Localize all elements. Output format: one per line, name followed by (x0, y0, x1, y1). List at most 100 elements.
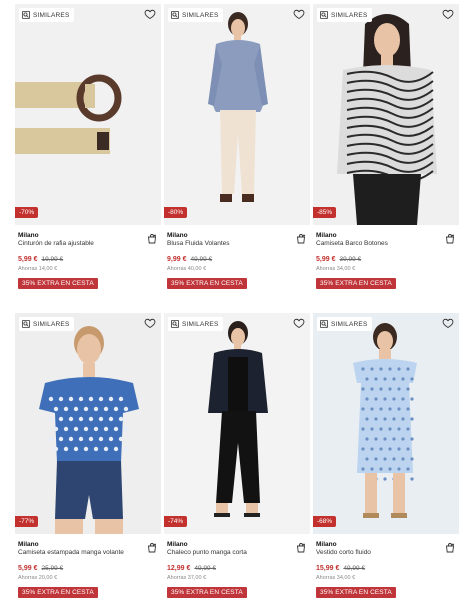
product-photo (313, 313, 459, 534)
price-row: 5,99 €39,99 € (316, 256, 456, 263)
discount-badge: -74% (164, 516, 188, 527)
product-card[interactable]: SIMILARES -74% Milano Chaleco punto manga c… (164, 313, 310, 599)
old-price: 49,99 € (190, 256, 213, 263)
price-row: 15,99 €49,99 € (316, 565, 456, 572)
product-card[interactable]: SIMILARES -80% Milano Blusa Fluida Volantes… (164, 4, 310, 290)
add-to-cart-icon[interactable] (295, 542, 307, 554)
product-brand: Milano (18, 541, 39, 548)
similar-button[interactable]: SIMILARES (317, 8, 373, 22)
discount-badge: -77% (15, 516, 39, 527)
product-info: Milano Cinturón de rafia ajustable 5,99 €1… (15, 225, 161, 290)
similar-button[interactable]: SIMILARES (317, 317, 373, 331)
similar-icon (171, 320, 179, 328)
product-card[interactable]: SIMILARES -70% Milano Cinturón de rafia aju… (15, 4, 161, 290)
old-price: 25,99 € (41, 565, 64, 572)
product-grid: SIMILARES -70% Milano Cinturón de rafia aju… (0, 0, 475, 611)
add-to-cart-icon[interactable] (295, 233, 307, 245)
extra-discount-badge: 35% EXTRA EN CESTA (316, 278, 396, 289)
current-price: 5,99 € (18, 256, 38, 263)
product-image[interactable]: SIMILARES -85% (313, 4, 459, 225)
product-image[interactable]: SIMILARES -68% (313, 313, 459, 534)
heart-icon[interactable] (293, 8, 305, 20)
similar-label: SIMILARES (182, 320, 219, 328)
similar-label: SIMILARES (331, 11, 368, 19)
product-name[interactable]: Vestido corto fluido (316, 549, 456, 556)
heart-icon[interactable] (442, 8, 454, 20)
savings-text: Ahorras 14,00 € (18, 266, 58, 272)
product-name[interactable]: Camiseta Barco Botones (316, 240, 456, 247)
product-brand: Milano (167, 232, 188, 239)
current-price: 15,99 € (316, 565, 340, 572)
product-name[interactable]: Chaleco punto manga corta (167, 549, 307, 556)
product-image[interactable]: SIMILARES -80% (164, 4, 310, 225)
product-name[interactable]: Camiseta estampada manga volante (18, 549, 158, 556)
product-name[interactable]: Blusa Fluida Volantes (167, 240, 307, 247)
add-to-cart-icon[interactable] (146, 542, 158, 554)
heart-icon[interactable] (144, 317, 156, 329)
current-price: 12,99 € (167, 565, 191, 572)
product-image[interactable]: SIMILARES -74% (164, 313, 310, 534)
old-price: 39,99 € (339, 256, 362, 263)
savings-text: Ahorras 20,00 € (18, 575, 58, 581)
product-card[interactable]: SIMILARES -77% Milano Camiseta estampada ma… (15, 313, 161, 599)
product-photo (164, 313, 310, 534)
similar-icon (22, 11, 30, 19)
similar-label: SIMILARES (33, 320, 70, 328)
similar-icon (22, 320, 30, 328)
product-image[interactable]: SIMILARES -70% (15, 4, 161, 225)
product-info: Milano Blusa Fluida Volantes 9,99 €49,99 €… (164, 225, 310, 290)
product-photo (15, 313, 161, 534)
similar-icon (320, 11, 328, 19)
savings-text: Ahorras 34,00 € (316, 575, 356, 581)
discount-badge: -85% (313, 207, 337, 218)
similar-icon (320, 320, 328, 328)
similar-button[interactable]: SIMILARES (19, 8, 75, 22)
product-card[interactable]: SIMILARES -68% Milano Vestido corto fluido 1… (313, 313, 459, 599)
discount-badge: -68% (313, 516, 337, 527)
product-image[interactable]: SIMILARES -77% (15, 313, 161, 534)
heart-icon[interactable] (144, 8, 156, 20)
similar-label: SIMILARES (33, 11, 70, 19)
extra-discount-badge: 35% EXTRA EN CESTA (167, 587, 247, 598)
product-brand: Milano (316, 232, 337, 239)
add-to-cart-icon[interactable] (444, 542, 456, 554)
current-price: 5,99 € (316, 256, 336, 263)
product-photo (164, 4, 310, 225)
heart-icon[interactable] (293, 317, 305, 329)
product-info: Milano Vestido corto fluido 15,99 €49,99 €… (313, 534, 459, 599)
product-photo (15, 4, 161, 225)
similar-button[interactable]: SIMILARES (168, 8, 224, 22)
add-to-cart-icon[interactable] (444, 233, 456, 245)
heart-icon[interactable] (442, 317, 454, 329)
product-brand: Milano (316, 541, 337, 548)
price-row: 12,99 €49,99 € (167, 565, 307, 572)
extra-discount-badge: 35% EXTRA EN CESTA (18, 278, 98, 289)
discount-badge: -80% (164, 207, 188, 218)
product-name[interactable]: Cinturón de rafia ajustable (18, 240, 158, 247)
similar-label: SIMILARES (331, 320, 368, 328)
savings-text: Ahorras 40,00 € (167, 266, 207, 272)
product-photo (313, 4, 459, 225)
price-row: 5,99 €19,99 € (18, 256, 158, 263)
similar-icon (171, 11, 179, 19)
add-to-cart-icon[interactable] (146, 233, 158, 245)
price-row: 5,99 €25,99 € (18, 565, 158, 572)
extra-discount-badge: 35% EXTRA EN CESTA (167, 278, 247, 289)
current-price: 5,99 € (18, 565, 38, 572)
old-price: 49,99 € (343, 565, 366, 572)
extra-discount-badge: 35% EXTRA EN CESTA (316, 587, 396, 598)
savings-text: Ahorras 34,00 € (316, 266, 356, 272)
price-row: 9,99 €49,99 € (167, 256, 307, 263)
current-price: 9,99 € (167, 256, 187, 263)
similar-label: SIMILARES (182, 11, 219, 19)
product-info: Milano Camiseta estampada manga volante 5,… (15, 534, 161, 599)
savings-text: Ahorras 37,00 € (167, 575, 207, 581)
product-info: Milano Camiseta Barco Botones 5,99 €39,99 … (313, 225, 459, 290)
extra-discount-badge: 35% EXTRA EN CESTA (18, 587, 98, 598)
similar-button[interactable]: SIMILARES (168, 317, 224, 331)
product-info: Milano Chaleco punto manga corta 12,99 €49… (164, 534, 310, 599)
similar-button[interactable]: SIMILARES (19, 317, 75, 331)
product-card[interactable]: SIMILARES -85% Milano Camiseta Barco Botone… (313, 4, 459, 290)
product-brand: Milano (18, 232, 39, 239)
discount-badge: -70% (15, 207, 39, 218)
